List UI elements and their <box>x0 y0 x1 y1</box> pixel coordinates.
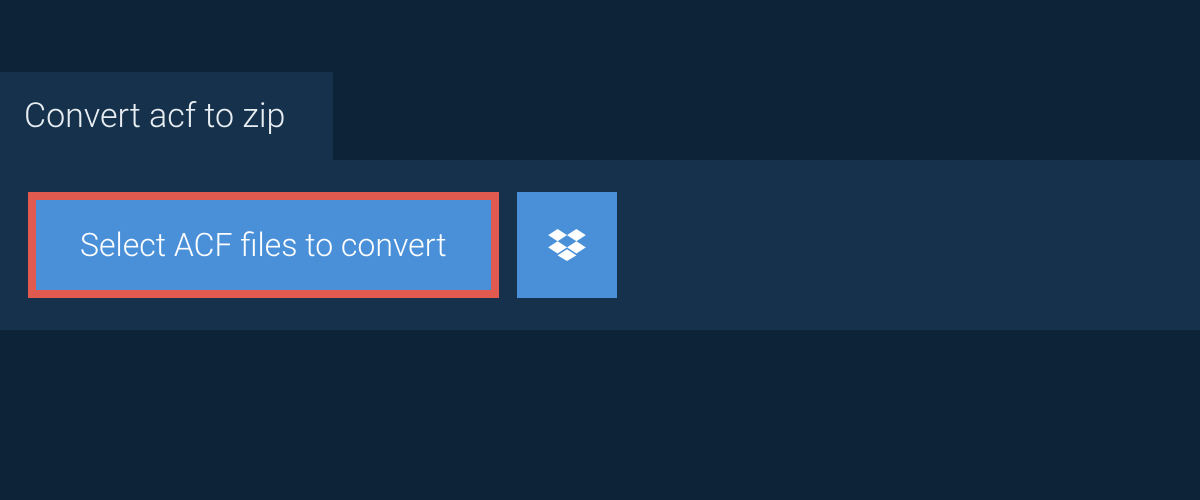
conversion-panel: Select ACF files to convert <box>0 160 1200 330</box>
select-files-label: Select ACF files to convert <box>80 226 447 264</box>
dropbox-icon <box>548 229 586 261</box>
dropbox-button[interactable] <box>517 192 617 298</box>
tab-header: Convert acf to zip <box>0 72 333 160</box>
page-title: Convert acf to zip <box>24 96 285 136</box>
select-files-button[interactable]: Select ACF files to convert <box>28 192 499 298</box>
button-row: Select ACF files to convert <box>28 192 1172 298</box>
